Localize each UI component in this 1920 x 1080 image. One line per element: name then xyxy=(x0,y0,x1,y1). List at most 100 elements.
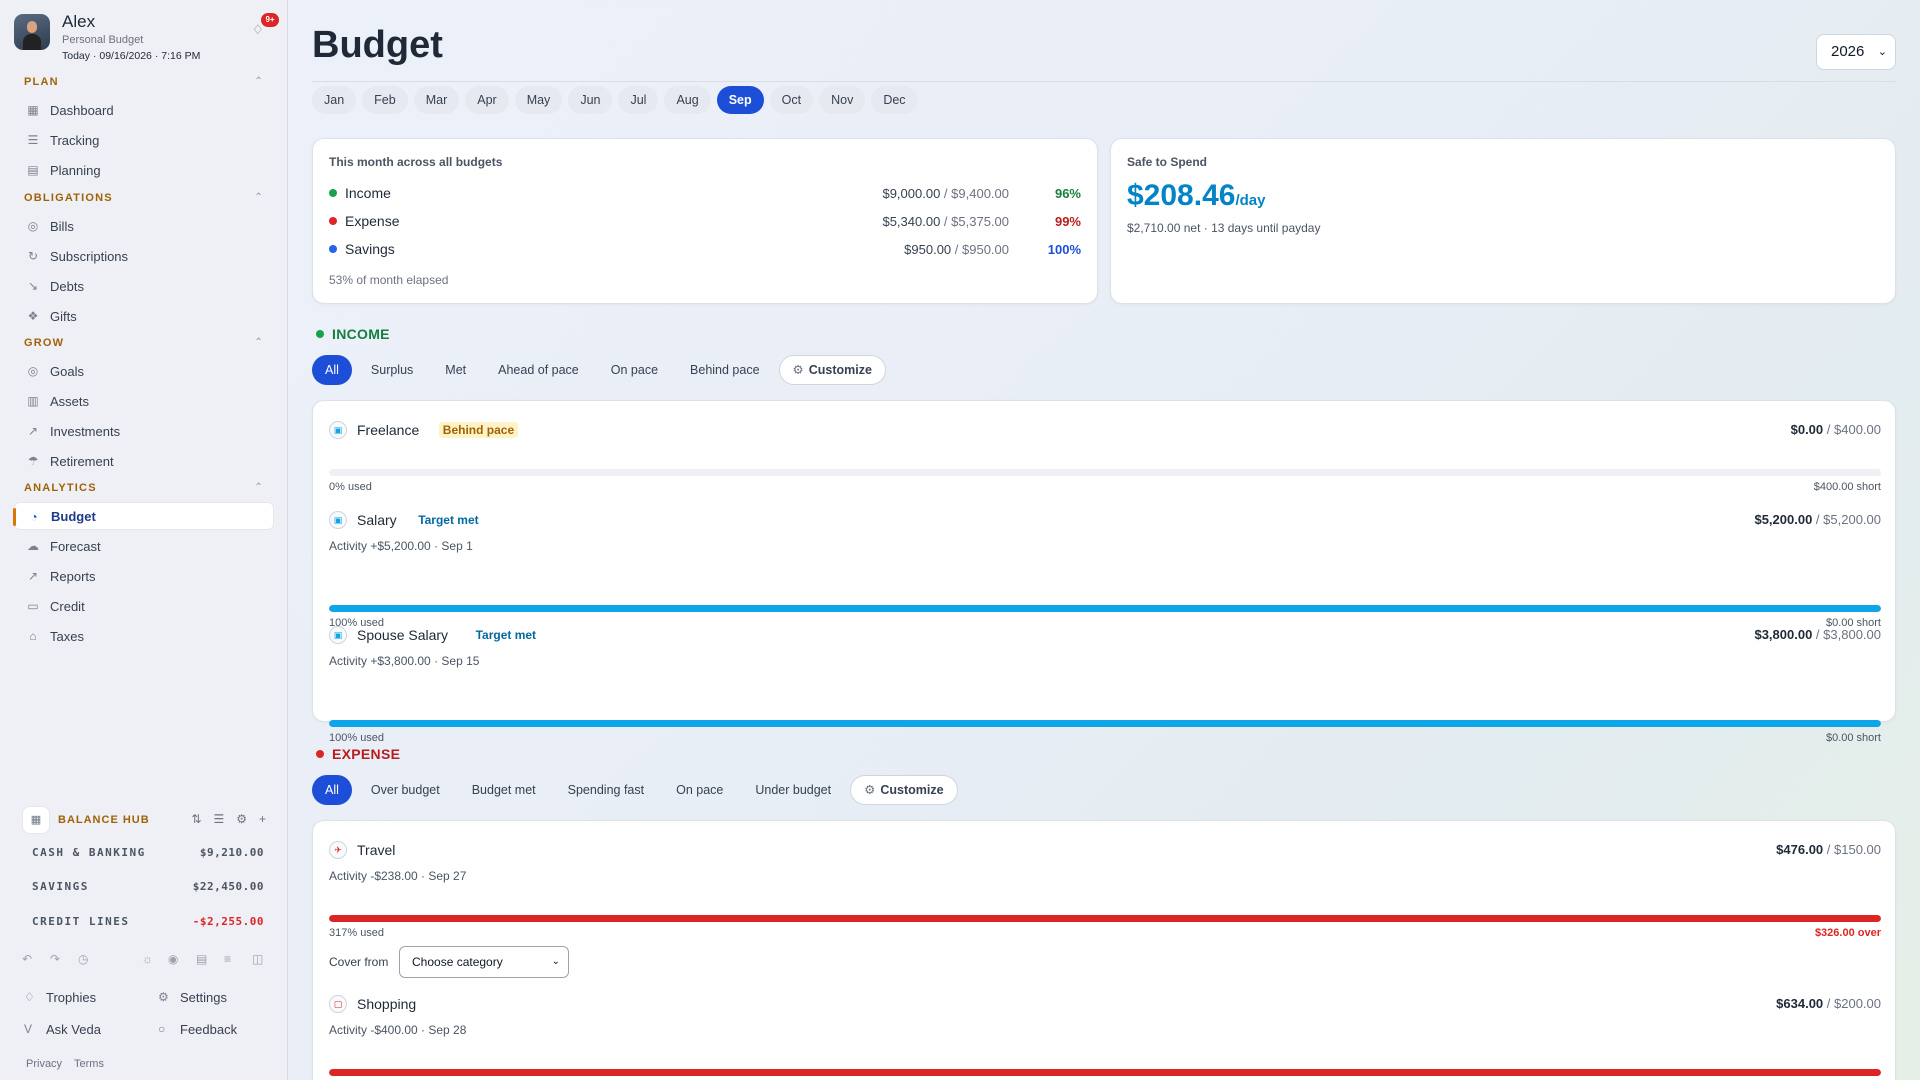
filter-surplus[interactable]: Surplus xyxy=(358,355,426,385)
chevron-down-icon: ⌄ xyxy=(551,956,560,967)
filter-all[interactable]: All xyxy=(312,775,352,805)
trophies-link[interactable]: ♢ Trophies xyxy=(24,990,96,1005)
chevron-up-icon[interactable]: ⌃ xyxy=(254,192,264,203)
section-grow[interactable]: GROW ⌃ xyxy=(24,337,264,349)
filter-behind-pace[interactable]: Behind pace xyxy=(677,355,773,385)
settings-link[interactable]: ⚙ Settings xyxy=(158,990,227,1005)
sidebar-item-reports[interactable]: ↗ Reports xyxy=(14,562,274,590)
customize-button[interactable]: ⚙ Customize xyxy=(850,775,958,805)
separator: / xyxy=(1823,996,1834,1011)
sidebar-item-dashboard[interactable]: ▦ Dashboard xyxy=(14,96,274,124)
item-activity: Activity +$3,800.00 · Sep 15 xyxy=(329,654,480,668)
sidebar-item-gifts[interactable]: ❖ Gifts xyxy=(14,302,274,330)
profile-header[interactable]: Alex Personal Budget Today · 09/16/2026 … xyxy=(14,12,279,68)
tab-dec[interactable]: Dec xyxy=(871,86,918,114)
gear-icon[interactable]: ⚙ xyxy=(236,812,247,826)
separator: / xyxy=(940,214,952,229)
sidebar-item-debts[interactable]: ↘ Debts xyxy=(14,272,274,300)
undo-icon[interactable]: ↶ xyxy=(22,952,32,966)
tab-apr[interactable]: Apr xyxy=(465,86,509,114)
sidebar-item-goals[interactable]: ◎ Goals xyxy=(14,357,274,385)
chevron-up-icon[interactable]: ⌃ xyxy=(254,482,264,493)
tab-feb[interactable]: Feb xyxy=(362,86,408,114)
sidebar-item-planning[interactable]: ▤ Planning xyxy=(14,156,274,184)
filter-under-budget[interactable]: Under budget xyxy=(742,775,844,805)
sliders-icon[interactable]: ≡ xyxy=(224,952,231,966)
tab-sep[interactable]: Sep xyxy=(716,86,764,114)
filter-over-budget[interactable]: Over budget xyxy=(358,775,453,805)
database-icon[interactable]: ▤ xyxy=(196,952,207,966)
sidebar-item-credit[interactable]: ▭ Credit xyxy=(14,592,274,620)
safe-amount-unit: /day xyxy=(1235,192,1266,209)
budget-item-freelance[interactable]: ▣ Freelance Behind pace $0.00 / $400.00 0% u… xyxy=(329,421,1881,493)
bag-icon: ▢ xyxy=(329,995,347,1013)
sidebar-item-investments[interactable]: ↗ Investments xyxy=(14,417,274,445)
sidebar-item-bills[interactable]: ◎ Bills xyxy=(14,212,274,240)
ledger-icon: ☰ xyxy=(27,133,39,147)
filter-budget-met[interactable]: Budget met xyxy=(459,775,549,805)
summary-values: $5,340.00 / $5,375.00 xyxy=(882,214,1009,229)
avatar[interactable] xyxy=(14,14,50,50)
tab-mar[interactable]: Mar xyxy=(413,86,460,114)
budget-item-shopping[interactable]: ▢ Shopping $634.00 / $200.00 Activity -$400… xyxy=(329,995,1881,1076)
budget-item-spouse-salary[interactable]: ▣ Spouse Salary Target met $3,800.00 / $3,8… xyxy=(329,626,1881,744)
sidebar-item-label: Retirement xyxy=(50,453,114,469)
balance-row-credit-lines[interactable]: CREDIT LINES -$2,255.00 xyxy=(32,915,264,928)
year-select[interactable]: 2026 ⌄ xyxy=(1816,34,1896,70)
redo-icon[interactable]: ↷ xyxy=(50,952,60,966)
chevron-up-icon[interactable]: ⌃ xyxy=(254,76,264,87)
balance-row-cash-banking[interactable]: CASH & BANKING $9,210.00 xyxy=(32,846,264,859)
tab-jun[interactable]: Jun xyxy=(568,86,613,114)
budget-item-salary[interactable]: ▣ Salary Target met $5,200.00 / $5,200.00 Ac… xyxy=(329,511,1881,629)
sun-icon[interactable]: ☼ xyxy=(142,952,153,966)
sort-icon[interactable]: ⇅ xyxy=(191,812,201,826)
sidebar-item-forecast[interactable]: ☁ Forecast xyxy=(14,532,274,560)
tab-may[interactable]: May xyxy=(514,86,563,114)
budget-item-travel[interactable]: ✈ Travel $476.00 / $150.00 Activity -$238.0… xyxy=(329,841,1881,981)
plus-icon[interactable]: + xyxy=(259,812,266,826)
tab-oct[interactable]: Oct xyxy=(769,86,814,114)
section-obligations[interactable]: OBLIGATIONS ⌃ xyxy=(24,192,264,204)
safe-to-spend-card: Safe to Spend $208.46/day $2,710.00 net … xyxy=(1110,138,1896,304)
tab-jul[interactable]: Jul xyxy=(618,86,659,114)
layers-icon[interactable]: ☰ xyxy=(213,812,224,826)
progress-fill xyxy=(329,1069,1881,1076)
item-name: Travel xyxy=(357,842,396,858)
expense-section-title: EXPENSE xyxy=(316,746,400,762)
sidebar-item-taxes[interactable]: ⌂ Taxes xyxy=(14,622,274,650)
section-plan[interactable]: PLAN ⌃ xyxy=(24,76,264,88)
sidebar-item-retirement[interactable]: ☂ Retirement xyxy=(14,447,274,475)
feedback-link[interactable]: ○ Feedback xyxy=(158,1022,237,1037)
balance-row-savings[interactable]: SAVINGS $22,450.00 xyxy=(32,880,264,893)
layout-icon[interactable]: ◫ xyxy=(252,952,263,966)
section-analytics[interactable]: ANALYTICS ⌃ xyxy=(24,482,264,494)
filter-met[interactable]: Met xyxy=(432,355,479,385)
sidebar-item-tracking[interactable]: ☰ Tracking xyxy=(14,126,274,154)
sidebar-item-subscriptions[interactable]: ↻ Subscriptions xyxy=(14,242,274,270)
privacy-link[interactable]: Privacy xyxy=(26,1058,62,1070)
filter-all[interactable]: All xyxy=(312,355,352,385)
status-badge: Target met xyxy=(418,513,479,527)
sidebar-item-assets[interactable]: ▥ Assets xyxy=(14,387,274,415)
sidebar-item-budget[interactable]: ◔ Budget xyxy=(13,502,274,530)
filter-on-pace[interactable]: On pace xyxy=(598,355,671,385)
item-name: Salary xyxy=(357,512,397,528)
history-icon[interactable]: ◷ xyxy=(78,952,88,966)
eye-icon[interactable]: ◉ xyxy=(168,952,178,966)
wallet-icon[interactable]: ▦ xyxy=(22,806,50,834)
terms-link[interactable]: Terms xyxy=(74,1058,104,1070)
filter-spending-fast[interactable]: Spending fast xyxy=(555,775,657,805)
status-badge: Behind pace xyxy=(438,422,519,438)
filter-ahead-of-pace[interactable]: Ahead of pace xyxy=(485,355,592,385)
summary-values: $950.00 / $950.00 xyxy=(904,242,1009,257)
customize-button[interactable]: ⚙ Customize xyxy=(778,355,886,385)
ask-veda-link[interactable]: V Ask Veda xyxy=(24,1022,101,1037)
sidebar-item-label: Gifts xyxy=(50,308,77,324)
tab-aug[interactable]: Aug xyxy=(664,86,711,114)
chevron-up-icon[interactable]: ⌃ xyxy=(254,337,264,348)
tab-nov[interactable]: Nov xyxy=(819,86,866,114)
tab-jan[interactable]: Jan xyxy=(312,86,357,114)
filter-on-pace[interactable]: On pace xyxy=(663,775,736,805)
balance-amount: $22,450.00 xyxy=(192,880,264,893)
cover-from-select[interactable]: Choose category ⌄ xyxy=(399,946,569,978)
